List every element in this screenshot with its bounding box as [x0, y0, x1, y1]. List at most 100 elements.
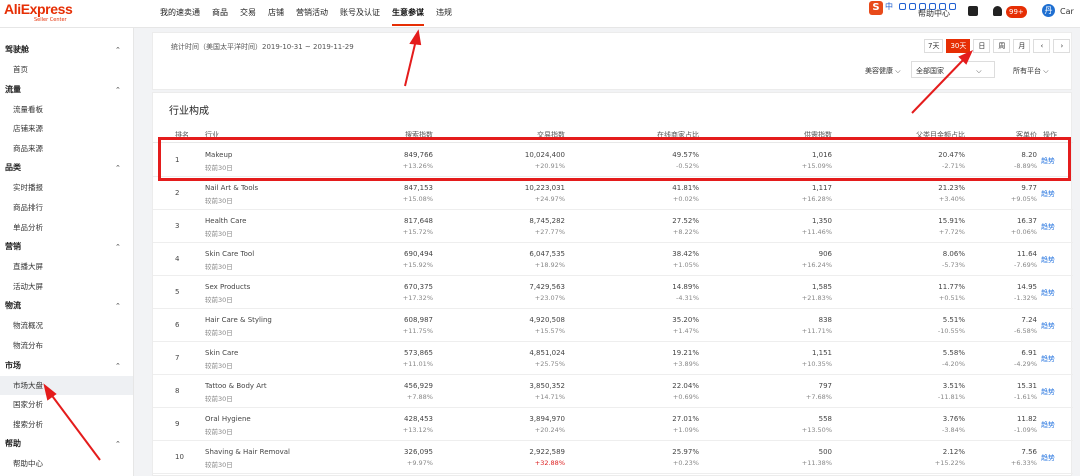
- sidebar-item[interactable]: 国家分析: [0, 395, 133, 415]
- period-button[interactable]: 日: [973, 39, 991, 53]
- trade-value: 3,850,352: [529, 382, 565, 390]
- sidebar-group[interactable]: 市场 ⌃: [0, 356, 133, 376]
- trend-link[interactable]: 趋势: [1041, 321, 1055, 331]
- chevron-up-icon[interactable]: ⌃: [115, 40, 121, 60]
- sidebar-group[interactable]: 物流 ⌃: [0, 296, 133, 316]
- trade-value: 3,894,970: [529, 415, 565, 423]
- chevron-right-icon[interactable]: ›: [1053, 39, 1071, 53]
- sidebar-item[interactable]: 物流概况: [0, 316, 133, 336]
- trend-link[interactable]: 趋势: [1041, 156, 1055, 166]
- nav-item[interactable]: 生意参谋: [392, 0, 424, 28]
- share-value: 3.76%: [942, 415, 965, 423]
- industry-name: Skin Care: [205, 349, 239, 357]
- column-header[interactable]: 客单价: [1016, 130, 1037, 140]
- trend-link[interactable]: 趋势: [1041, 453, 1055, 463]
- sidebar-item[interactable]: 搜索分析: [0, 415, 133, 435]
- sidebar-item[interactable]: 活动大屏: [0, 277, 133, 297]
- chevron-left-icon[interactable]: ‹: [1033, 39, 1051, 53]
- chevron-up-icon[interactable]: ⌃: [115, 237, 121, 257]
- nav-item[interactable]: 账号及认证: [340, 0, 380, 28]
- period-button[interactable]: 30天: [946, 39, 971, 53]
- aliexpress-logo[interactable]: AliExpress Seller Center: [4, 2, 73, 24]
- avatar[interactable]: 丹: [1042, 4, 1055, 17]
- sidebar-item[interactable]: 商品来源: [0, 139, 133, 159]
- emoji-icon[interactable]: [909, 3, 916, 10]
- sogou-icon[interactable]: S: [869, 1, 883, 15]
- trend-link[interactable]: 趋势: [1041, 255, 1055, 265]
- trend-link[interactable]: 趋势: [1041, 420, 1055, 430]
- sidebar-item[interactable]: 单品分析: [0, 218, 133, 238]
- nav-item[interactable]: 商品: [212, 0, 228, 28]
- nav-item[interactable]: 交易: [240, 0, 256, 28]
- share-value: 5.58%: [942, 349, 965, 357]
- supply-value: 797: [818, 382, 832, 390]
- compare-label: 较前30日: [205, 164, 233, 172]
- category-dropdown[interactable]: 美容健康 ⌵: [865, 66, 901, 76]
- column-header[interactable]: 供需指数: [804, 130, 832, 140]
- trend-link[interactable]: 趋势: [1041, 288, 1055, 298]
- table-row[interactable]: 7 Skin Care 较前30日 573,865 +11.01% 4,851,024 +2…: [153, 342, 1073, 375]
- sidebar-item[interactable]: 市场大盘: [0, 375, 133, 396]
- nav-item[interactable]: 店铺: [268, 0, 284, 28]
- trend-link[interactable]: 趋势: [1041, 222, 1055, 232]
- column-header[interactable]: 在线商家占比: [657, 130, 699, 140]
- table-row[interactable]: 2 Nail Art & Tools 较前30日 847,153 +15.08% 10,2…: [153, 177, 1073, 210]
- sidebar-group[interactable]: 帮助 ⌃: [0, 434, 133, 454]
- sidebar-item[interactable]: 店铺来源: [0, 119, 133, 139]
- table-row[interactable]: 9 Oral Hygiene 较前30日 428,453 +13.12% 3,894,97…: [153, 408, 1073, 441]
- chevron-down-icon: ⌵: [895, 67, 901, 75]
- supply-value: 1,151: [811, 349, 832, 357]
- cart-icon[interactable]: [968, 6, 978, 16]
- column-header[interactable]: 交易指数: [537, 130, 565, 140]
- sidebar-item[interactable]: 直播大屏: [0, 257, 133, 277]
- platform-dropdown[interactable]: 所有平台 ⌵: [1013, 66, 1049, 76]
- column-header[interactable]: 搜索指数: [405, 130, 433, 140]
- sidebar-item[interactable]: 物流分布: [0, 336, 133, 356]
- bell-icon[interactable]: [993, 6, 1002, 16]
- table-row[interactable]: 4 Skin Care Tool 较前30日 690,494 +15.92% 6,047,…: [153, 243, 1073, 276]
- sidebar-item[interactable]: 商品排行: [0, 198, 133, 218]
- chevron-up-icon[interactable]: ⌃: [115, 356, 121, 376]
- chevron-up-icon[interactable]: ⌃: [115, 296, 121, 316]
- help-center-link[interactable]: 帮助中心: [918, 8, 950, 19]
- chevron-up-icon[interactable]: ⌃: [115, 434, 121, 454]
- table-row[interactable]: 8 Tattoo & Body Art 较前30日 456,929 +7.88% 3,85…: [153, 375, 1073, 408]
- price-change: -1.09%: [1014, 426, 1037, 434]
- table-row[interactable]: 1 Makeup 较前30日 849,766 +13.26% 10,024,400 +20.…: [153, 144, 1073, 177]
- period-button[interactable]: 7天: [924, 39, 944, 53]
- period-button[interactable]: 周: [993, 39, 1011, 53]
- nav-item[interactable]: 违规: [436, 0, 452, 28]
- share-value: 3.51%: [942, 382, 965, 390]
- period-button[interactable]: 月: [1013, 39, 1031, 53]
- sidebar-item[interactable]: 帮助中心: [0, 454, 133, 474]
- trend-link[interactable]: 趋势: [1041, 354, 1055, 364]
- sidebar-group[interactable]: 流量 ⌃: [0, 80, 133, 100]
- table-row[interactable]: 5 Sex Products 较前30日 670,375 +17.32% 7,429,56…: [153, 276, 1073, 309]
- ime-label[interactable]: 中: [885, 1, 893, 12]
- chevron-up-icon[interactable]: ⌃: [115, 80, 121, 100]
- sidebar-item[interactable]: 首页: [0, 60, 133, 80]
- supply-change: +13.50%: [801, 426, 832, 434]
- toolbox-icon[interactable]: [949, 3, 956, 10]
- sidebar-group[interactable]: 营销 ⌃: [0, 237, 133, 257]
- price-value: 8.20: [1021, 151, 1037, 159]
- sidebar-item[interactable]: 流量看板: [0, 100, 133, 120]
- user-name[interactable]: Car: [1060, 7, 1074, 16]
- column-header[interactable]: 父类目金额占比: [916, 130, 965, 140]
- scope-dropdown[interactable]: 全部国家 ⌵: [916, 66, 982, 76]
- sidebar-group[interactable]: 品类 ⌃: [0, 158, 133, 178]
- table-row[interactable]: 3 Health Care 较前30日 817,648 +15.72% 8,745,282…: [153, 210, 1073, 243]
- nav-item[interactable]: 营销活动: [296, 0, 328, 28]
- nav-item[interactable]: 我的速卖通: [160, 0, 200, 28]
- search-change: +9.97%: [406, 459, 433, 467]
- trade-value: 7,429,563: [529, 283, 565, 291]
- chevron-up-icon[interactable]: ⌃: [115, 158, 121, 178]
- table-row[interactable]: 6 Hair Care & Styling 较前30日 608,987 +11.75% 4…: [153, 309, 1073, 342]
- sidebar-item[interactable]: 实时播报: [0, 178, 133, 198]
- sidebar-group[interactable]: 驾驶舱 ⌃: [0, 40, 133, 60]
- trend-link[interactable]: 趋势: [1041, 387, 1055, 397]
- price-value: 11.82: [1016, 415, 1037, 423]
- trend-link[interactable]: 趋势: [1041, 189, 1055, 199]
- punctuation-icon[interactable]: [899, 3, 906, 10]
- table-row[interactable]: 10 Shaving & Hair Removal 较前30日 326,095 +9.9…: [153, 441, 1073, 474]
